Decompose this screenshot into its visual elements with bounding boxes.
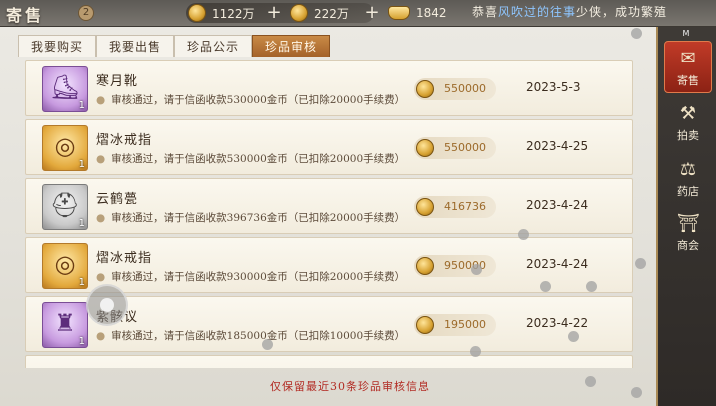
sidebar-top-label: M	[682, 29, 690, 38]
joystick-knob[interactable]	[100, 298, 114, 312]
add-copper-button[interactable]: +	[266, 4, 282, 22]
virtual-joystick[interactable]	[86, 284, 128, 326]
hint-dot	[518, 229, 529, 240]
ingot-icon	[388, 6, 410, 20]
hint-dot	[471, 264, 482, 275]
list-item-partial[interactable]	[25, 355, 633, 368]
list-item[interactable]: ◎ 1 熠冰戒指 ● 审核通过，请于信函收款530000金币（已扣除20000手续费…	[25, 119, 633, 175]
hint-dot	[585, 376, 596, 387]
hint-dot	[635, 258, 646, 269]
item-name: 熠冰戒指	[96, 251, 153, 266]
hint-dot	[470, 346, 481, 357]
helmet-icon[interactable]: ⛑ 1	[42, 184, 88, 230]
item-name: 云鹤甍	[96, 192, 139, 207]
sidebar-item-pharmacy[interactable]: ⚖ 药店	[664, 153, 712, 205]
currency-copper: 1122万	[188, 3, 255, 23]
price-tag: 416736	[414, 196, 496, 218]
price-tag: 550000	[414, 78, 496, 100]
scroll-icon: ✉	[680, 48, 696, 69]
item-status: ● 审核通过，请于信函收款530000金币（已扣除20000手续费）	[96, 94, 406, 106]
tab-rare-review[interactable]: 珍品审核	[252, 35, 331, 57]
list-item[interactable]: ⛸ 1 寒月靴 ● 审核通过，请于信函收款530000金币（已扣除20000手续费）…	[25, 60, 633, 116]
ticker-player-name: 风吹过的往事	[498, 5, 577, 19]
currency-silver: 222万	[290, 3, 349, 23]
sidebar-item-label: 拍卖	[677, 129, 699, 142]
item-name: 寒月靴	[96, 74, 139, 89]
ticker-suffix: 少侠，成功繁殖	[576, 5, 668, 19]
item-date: 2023-5-3	[526, 80, 581, 94]
silver-coin-icon	[290, 4, 308, 22]
back-badge-icon[interactable]: 2	[78, 5, 94, 21]
hint-dot	[631, 387, 642, 398]
announcement-ticker: 恭喜风吹过的往事少侠，成功繁殖	[472, 3, 667, 20]
sidebar-item-label: 寄售	[677, 74, 699, 87]
currency-copper-amount: 1122万	[212, 6, 255, 21]
hint-dot	[540, 281, 551, 292]
gold-coin-icon	[416, 257, 434, 275]
sidebar-item-consign[interactable]: ✉ 寄售	[664, 41, 712, 93]
item-status: ● 审核通过，请于信函收款530000金币（已扣除20000手续费）	[96, 153, 406, 165]
ticker-prefix: 恭喜	[472, 5, 499, 19]
price-tag: 195000	[414, 314, 496, 336]
page-title: 寄售	[6, 6, 45, 25]
currency-silver-amount: 222万	[314, 6, 349, 21]
price-tag: 550000	[414, 137, 496, 159]
tab-buy[interactable]: 我要购买	[18, 35, 97, 57]
sidebar-item-guild[interactable]: ⛩ 商会	[664, 207, 712, 259]
sidebar-item-auction[interactable]: ⚒ 拍卖	[664, 97, 712, 149]
item-status: ● 审核通过，请于信函收款930000金币（已扣除20000手续费）	[96, 271, 406, 283]
hint-dot	[631, 28, 642, 39]
ring-icon[interactable]: ◎ 1	[42, 125, 88, 171]
hint-dot	[262, 339, 273, 350]
item-date: 2023-4-24	[526, 198, 589, 212]
gavel-icon: ⚒	[679, 103, 697, 124]
item-name: 熠冰戒指	[96, 133, 153, 148]
boots-icon[interactable]: ⛸ 1	[42, 66, 88, 112]
item-date: 2023-4-22	[526, 316, 589, 330]
price-tag: 950000	[414, 255, 496, 277]
shop-icon: ⛩	[677, 213, 700, 234]
sidebar: ✉ 寄售 ⚒ 拍卖 ⚖ 药店 ⛩ 商会	[656, 27, 716, 406]
item-date: 2023-4-25	[526, 139, 589, 153]
add-silver-button[interactable]: +	[364, 4, 380, 22]
gold-coin-icon	[416, 316, 434, 334]
tab-rare-public[interactable]: 珍品公示	[174, 35, 253, 57]
scale-icon: ⚖	[679, 159, 697, 180]
item-status: ● 审核通过，请于信函收款185000金币（已扣除10000手续费）	[96, 330, 406, 342]
gold-coin-icon	[416, 80, 434, 98]
tab-bar: 我要购买 我要出售 珍品公示 珍品审核	[18, 35, 331, 57]
hint-dot	[586, 281, 597, 292]
retention-note: 仅保留最近30条珍品审核信息	[270, 380, 430, 393]
armor-icon[interactable]: ♜ 1	[42, 302, 88, 348]
currency-ingot-amount: 1842	[416, 6, 447, 20]
top-bar: 寄售 2 1122万 + 222万 + 1842 恭喜风吹过的往事少侠，成功繁殖	[0, 0, 716, 27]
ring-icon[interactable]: ◎ 1	[42, 243, 88, 289]
gold-coin-icon	[416, 139, 434, 157]
hint-dot	[568, 331, 579, 342]
gold-coin-icon	[416, 198, 434, 216]
currency-ingot: 1842	[388, 3, 447, 23]
item-date: 2023-4-24	[526, 257, 589, 271]
sidebar-item-label: 药店	[677, 185, 699, 198]
copper-coin-icon	[188, 4, 206, 22]
list-item[interactable]: ⛑ 1 云鹤甍 ● 审核通过，请于信函收款396736金币（已扣除20000手续费）…	[25, 178, 633, 234]
item-status: ● 审核通过，请于信函收款396736金币（已扣除20000手续费）	[96, 212, 406, 224]
tab-sell[interactable]: 我要出售	[96, 35, 175, 57]
sidebar-item-label: 商会	[677, 239, 699, 252]
